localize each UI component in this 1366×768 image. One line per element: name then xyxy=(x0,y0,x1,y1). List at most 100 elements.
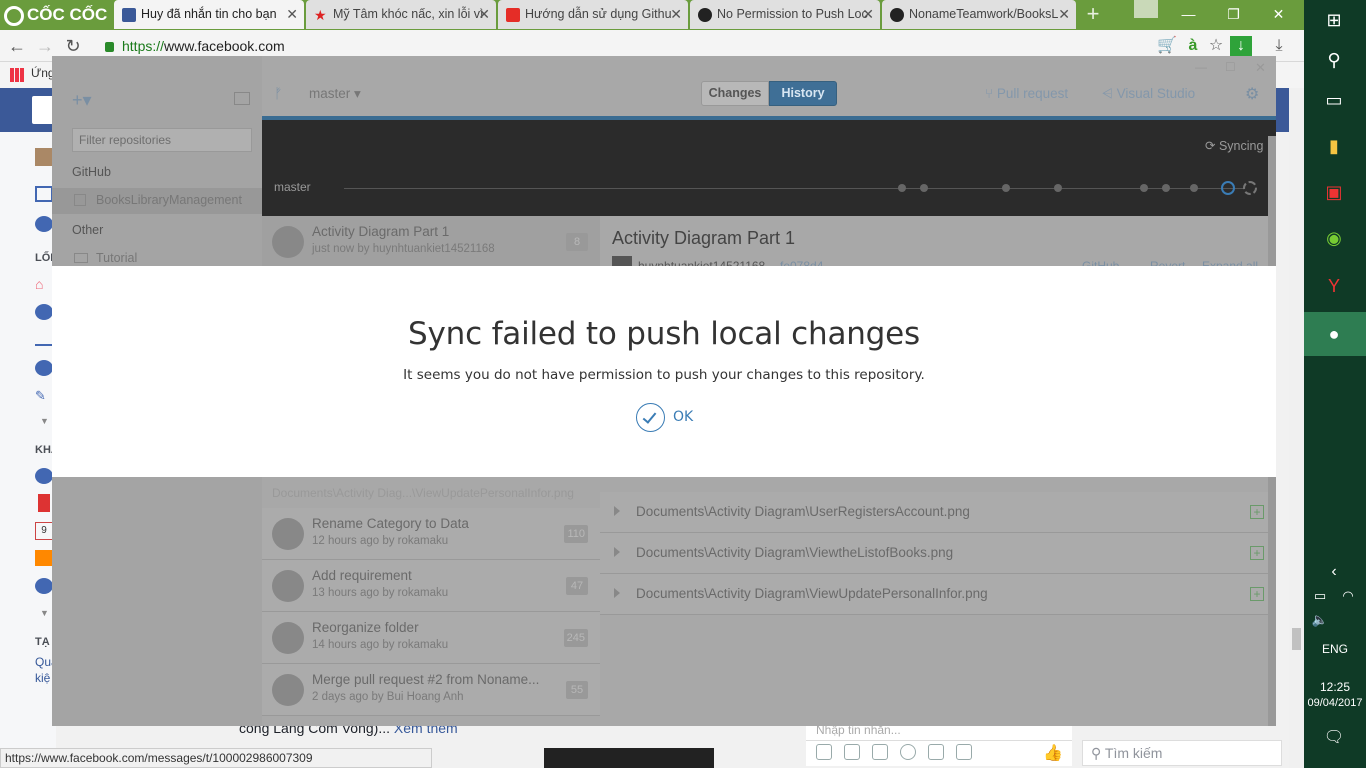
reload-icon[interactable]: ↻ xyxy=(62,36,84,57)
tab-close-icon[interactable]: ✕ xyxy=(1058,0,1070,29)
chevron-down-icon[interactable]: ▼ xyxy=(40,608,49,618)
commit-dot[interactable] xyxy=(1002,184,1010,192)
notifications-icon[interactable]: 🗨 xyxy=(1318,722,1350,754)
coccoc-logo[interactable]: CỐC CỐC xyxy=(4,3,108,27)
commit-row[interactable]: Merge pull request #2 from Noname... 2 d… xyxy=(262,664,600,716)
commit-dot[interactable] xyxy=(1140,184,1148,192)
app-close-button[interactable]: ✕ xyxy=(1255,60,1266,76)
sidebar-item-tutorial[interactable]: Tutorial xyxy=(96,251,137,265)
back-arrow-icon[interactable]: ← xyxy=(6,36,28,57)
tab-close-icon[interactable]: ✕ xyxy=(286,0,298,29)
emoji-icon[interactable] xyxy=(900,744,916,760)
commit-dot[interactable] xyxy=(1054,184,1062,192)
expand-triangle-icon[interactable] xyxy=(614,547,620,557)
task-view-icon[interactable]: ▭ xyxy=(1318,84,1350,116)
filter-repositories-input[interactable]: Filter repositories xyxy=(72,128,252,152)
commit-dot[interactable] xyxy=(1162,184,1170,192)
tab-my-tam[interactable]: ★ Mỹ Tâm khóc nấc, xin lỗi vì ✕ xyxy=(306,0,496,29)
tab-youtube[interactable]: Hướng dẫn sử dụng Githu ✕ xyxy=(498,0,688,29)
bookmark-flag-icon[interactable] xyxy=(38,494,50,512)
github-desktop-icon[interactable]: ● xyxy=(1318,318,1350,350)
commit-row[interactable]: Add requirement 13 hours ago by rokamaku… xyxy=(262,560,600,612)
tab-close-icon[interactable]: ✕ xyxy=(478,0,490,29)
sticker-icon[interactable] xyxy=(844,744,860,760)
language-indicator[interactable]: ENG xyxy=(1304,642,1366,656)
commit-row[interactable]: Reorganize folder 14 hours ago by rokama… xyxy=(262,612,600,664)
pencil-icon[interactable]: ✎ xyxy=(35,388,46,404)
yandex-icon[interactable]: Y xyxy=(1318,270,1350,302)
camera-icon[interactable] xyxy=(956,744,972,760)
news-feed-icon[interactable] xyxy=(35,186,53,202)
toggle-sidebar-icon[interactable] xyxy=(234,92,250,105)
calendar-icon[interactable]: 9 xyxy=(35,522,53,540)
book-icon[interactable] xyxy=(35,332,53,346)
chevron-down-icon[interactable]: ▼ xyxy=(40,416,49,426)
tab-close-icon[interactable]: ✕ xyxy=(670,0,682,29)
bookmark-star-icon[interactable]: ☆ xyxy=(1205,36,1227,56)
like-thumb-icon[interactable]: 👍 xyxy=(1043,743,1063,762)
facebook-logo-icon[interactable] xyxy=(32,96,54,124)
scrollbar-thumb[interactable] xyxy=(1292,628,1301,650)
file-row[interactable]: Documents\Activity Diagram\ViewUpdatePer… xyxy=(600,574,1276,615)
add-repo-icon[interactable]: +▾ xyxy=(72,90,92,111)
coccoc-icon[interactable]: ◉ xyxy=(1318,222,1350,254)
pending-commit-dot[interactable] xyxy=(1243,181,1257,195)
minimize-button[interactable]: — xyxy=(1166,0,1211,29)
tab-history[interactable]: History xyxy=(769,81,837,106)
expand-triangle-icon[interactable] xyxy=(614,506,620,516)
commit-dot[interactable] xyxy=(898,184,906,192)
file-explorer-icon[interactable]: ▮ xyxy=(1318,130,1350,162)
search-icon[interactable]: ⚲ xyxy=(1318,44,1350,76)
app-minimize-button[interactable]: — xyxy=(1195,60,1207,74)
group-icon[interactable] xyxy=(35,578,53,594)
commit-dot[interactable] xyxy=(920,184,928,192)
pull-request-button[interactable]: ⑂ Pull request xyxy=(985,86,1068,101)
page-scrollbar[interactable] xyxy=(1289,88,1304,768)
tab-github-repo[interactable]: NonameTeamwork/BooksL ✕ xyxy=(882,0,1076,29)
attach-icon[interactable] xyxy=(928,744,944,760)
volume-icon[interactable]: 🔈 xyxy=(1306,604,1334,636)
wifi-icon[interactable]: ◠ xyxy=(1334,580,1362,612)
close-window-button[interactable]: ✕ xyxy=(1256,0,1301,29)
flag-icon[interactable] xyxy=(35,550,53,566)
branch-selector[interactable]: master ▾ xyxy=(309,86,361,102)
sync-button[interactable]: ⟳ Syncing xyxy=(1205,138,1263,153)
downloads-icon[interactable]: ⤓ xyxy=(1268,36,1290,56)
download-ext-icon[interactable]: ↓ xyxy=(1230,36,1252,56)
url-field[interactable]: https://www.facebook.com xyxy=(100,35,1150,57)
messenger-icon[interactable] xyxy=(35,216,53,232)
file-row[interactable]: Documents\Activity Diagram\ViewtheListof… xyxy=(600,533,1276,574)
windows-start-icon[interactable]: ⊞ xyxy=(1318,4,1350,36)
tab-facebook[interactable]: Huy đã nhắn tin cho bạn ✕ xyxy=(114,0,304,29)
new-tab-button[interactable]: + xyxy=(1082,2,1104,26)
photo-icon[interactable] xyxy=(816,744,832,760)
forward-arrow-icon[interactable]: → xyxy=(34,36,56,57)
group-icon[interactable] xyxy=(35,360,53,376)
file-row[interactable]: Documents\Activity Diagram\UserRegisters… xyxy=(600,492,1276,533)
restore-button[interactable]: ❐ xyxy=(1211,0,1256,29)
gif-icon[interactable] xyxy=(872,744,888,760)
profile-avatar[interactable] xyxy=(35,148,53,166)
cart-icon[interactable]: 🛒 xyxy=(1156,36,1178,56)
settings-gear-icon[interactable]: ⚙ xyxy=(1245,84,1259,104)
vietnamese-input-icon[interactable]: à xyxy=(1182,36,1204,56)
tab-github-permission[interactable]: No Permission to Push Loc ✕ xyxy=(690,0,880,29)
profile-icon[interactable] xyxy=(1134,0,1158,18)
visual-studio-button[interactable]: ⩤ Visual Studio xyxy=(1102,86,1195,102)
apps-grid-icon[interactable] xyxy=(10,68,24,82)
current-commit-dot[interactable] xyxy=(1221,181,1235,195)
app-red-icon[interactable]: ▣ xyxy=(1318,176,1350,208)
clock-date[interactable]: 09/04/2017 xyxy=(1304,697,1366,709)
ok-button[interactable]: OK xyxy=(636,402,696,432)
tab-close-icon[interactable]: ✕ xyxy=(862,0,874,29)
app-maximize-button[interactable]: ☐ xyxy=(1225,60,1236,74)
commit-row[interactable]: Rename Category to Data 12 hours ago by … xyxy=(262,508,600,560)
tab-changes[interactable]: Changes xyxy=(701,81,769,106)
expand-triangle-icon[interactable] xyxy=(614,588,620,598)
group-icon[interactable] xyxy=(35,304,53,320)
clock-time[interactable]: 12:25 xyxy=(1304,680,1366,694)
chat-search-input[interactable]: ⚲ Tìm kiếm xyxy=(1082,740,1282,766)
commit-dot[interactable] xyxy=(1190,184,1198,192)
history-icon[interactable] xyxy=(35,468,53,484)
commit-row[interactable]: Activity Diagram Part 1 just now by huyn… xyxy=(262,216,600,268)
